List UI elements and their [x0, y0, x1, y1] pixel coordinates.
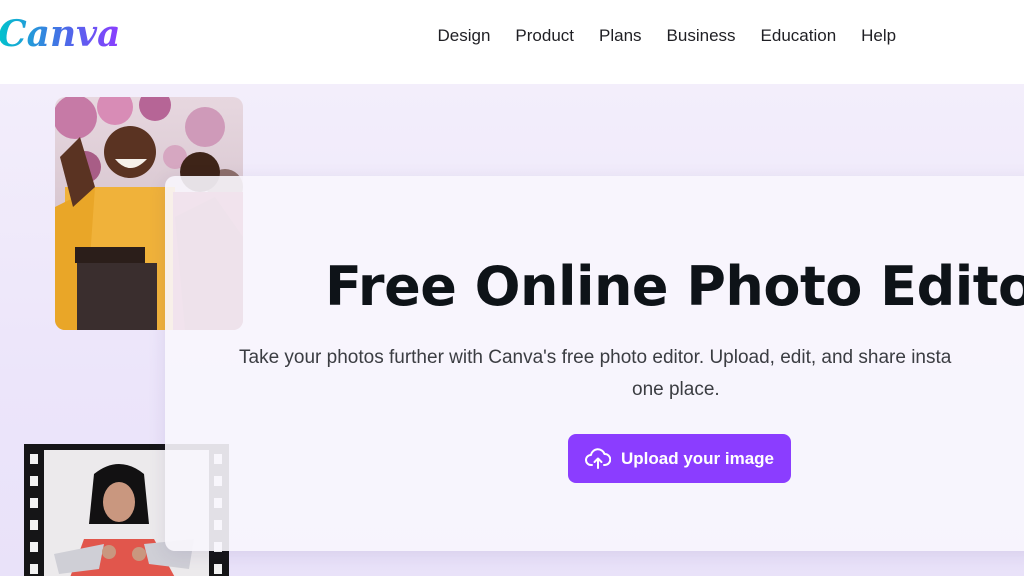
- hero-subtitle: Take your photos further with Canva's fr…: [239, 342, 1024, 406]
- nav-item-product[interactable]: Product: [503, 24, 587, 48]
- canva-logo[interactable]: Canva: [0, 12, 120, 56]
- nav-item-plans[interactable]: Plans: [587, 24, 655, 48]
- nav-item-education[interactable]: Education: [748, 24, 849, 48]
- hero-section: Free Online Photo Editor Take your photo…: [0, 84, 1024, 576]
- cloud-upload-icon: [585, 447, 611, 470]
- hero-subtitle-line-1: Take your photos further with Canva's fr…: [239, 347, 952, 368]
- upload-image-button[interactable]: Upload your image: [568, 434, 791, 483]
- site-header: Canva Design Product Plans Business Educ…: [0, 0, 1024, 84]
- upload-image-button-label: Upload your image: [620, 448, 775, 468]
- main-nav: Design Product Plans Business Education …: [425, 24, 909, 48]
- nav-item-business[interactable]: Business: [654, 24, 748, 48]
- hero-subtitle-line-2: one place.: [632, 379, 720, 400]
- page-title: Free Online Photo Editor: [325, 255, 1024, 318]
- nav-item-help[interactable]: Help: [849, 24, 909, 48]
- hero-card: Free Online Photo Editor Take your photo…: [165, 176, 1024, 551]
- nav-item-design[interactable]: Design: [425, 24, 503, 48]
